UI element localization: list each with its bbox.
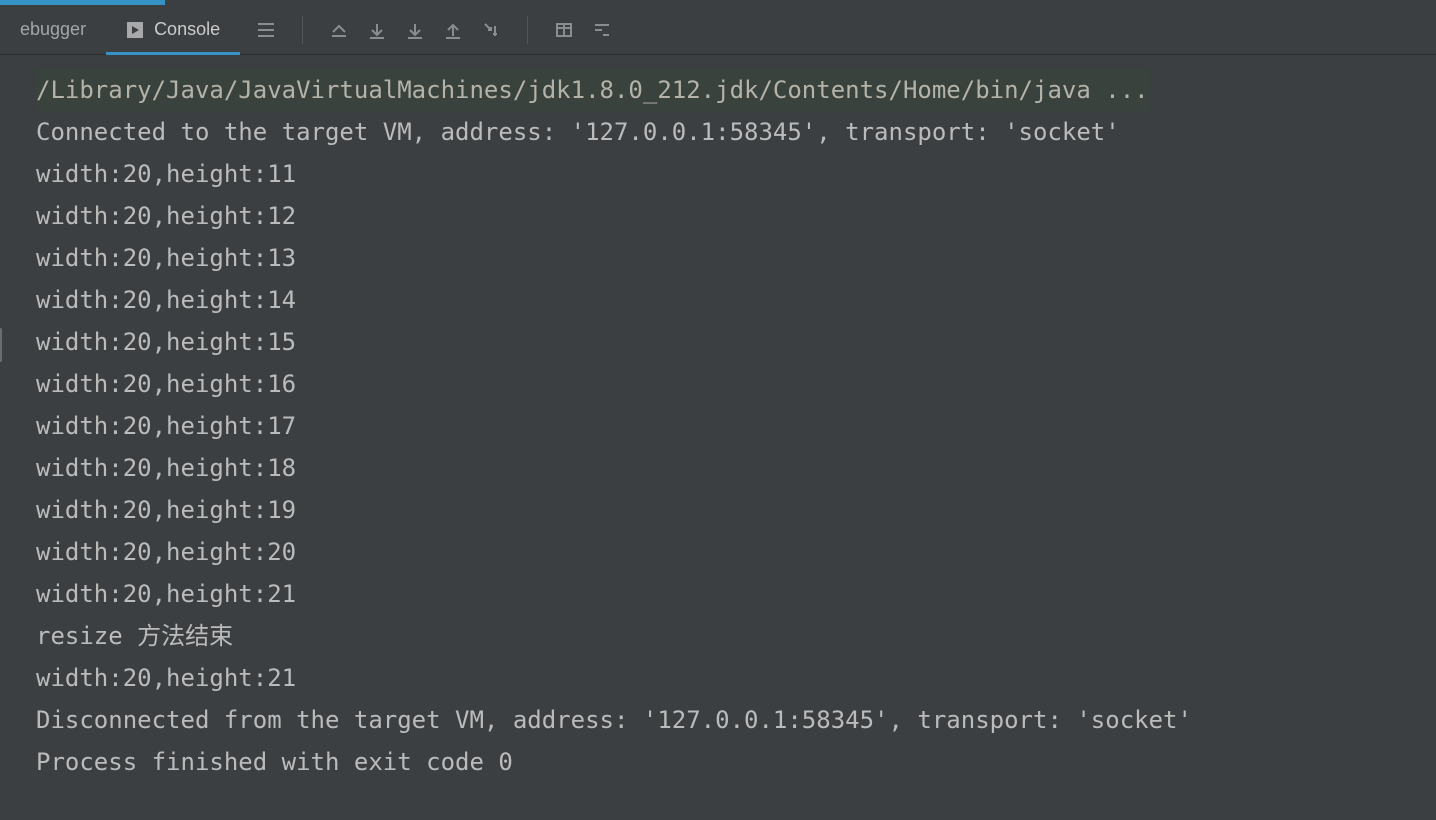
scroll-up-arrow-icon[interactable] <box>327 18 351 42</box>
import-down-icon[interactable] <box>365 18 389 42</box>
console-line: Process finished with exit code 0 <box>36 741 1436 783</box>
console-line: width:20,height:21 <box>36 657 1436 699</box>
console-line: width:20,height:17 <box>36 405 1436 447</box>
tab-debugger-label: ebugger <box>20 19 86 40</box>
grid-icon[interactable] <box>552 18 576 42</box>
console-line: Connected to the target VM, address: '12… <box>36 111 1436 153</box>
console-line: width:20,height:15 <box>36 321 1436 363</box>
toolbar: ebugger Console <box>0 5 1436 55</box>
console-line: width:20,height:12 <box>36 195 1436 237</box>
console-line: resize 方法结束 <box>36 615 1436 657</box>
toolbar-icons <box>240 16 614 44</box>
console-line: Disconnected from the target VM, address… <box>36 699 1436 741</box>
console-line: width:20,height:21 <box>36 573 1436 615</box>
console-play-icon <box>126 21 144 39</box>
console-line: width:20,height:19 <box>36 489 1436 531</box>
console-line: width:20,height:18 <box>36 447 1436 489</box>
tab-console-label: Console <box>154 19 220 40</box>
console-command-line: /Library/Java/JavaVirtualMachines/jdk1.8… <box>36 69 1149 111</box>
gutter-marker <box>0 328 2 362</box>
tab-console[interactable]: Console <box>106 5 240 55</box>
console-line: width:20,height:14 <box>36 279 1436 321</box>
toolbar-separator <box>527 16 528 44</box>
console-line: width:20,height:13 <box>36 237 1436 279</box>
console-main: /Library/Java/JavaVirtualMachines/jdk1.8… <box>0 55 1436 783</box>
console-line: width:20,height:20 <box>36 531 1436 573</box>
console-line: width:20,height:16 <box>36 363 1436 405</box>
filter-icon[interactable] <box>254 18 278 42</box>
console-line: width:20,height:11 <box>36 153 1436 195</box>
export-up-icon[interactable] <box>441 18 465 42</box>
tab-debugger[interactable]: ebugger <box>0 5 106 55</box>
console-output[interactable]: /Library/Java/JavaVirtualMachines/jdk1.8… <box>0 55 1436 783</box>
download-icon[interactable] <box>403 18 427 42</box>
toolbar-separator <box>302 16 303 44</box>
jump-to-line-icon[interactable] <box>479 18 503 42</box>
wrap-icon[interactable] <box>590 18 614 42</box>
